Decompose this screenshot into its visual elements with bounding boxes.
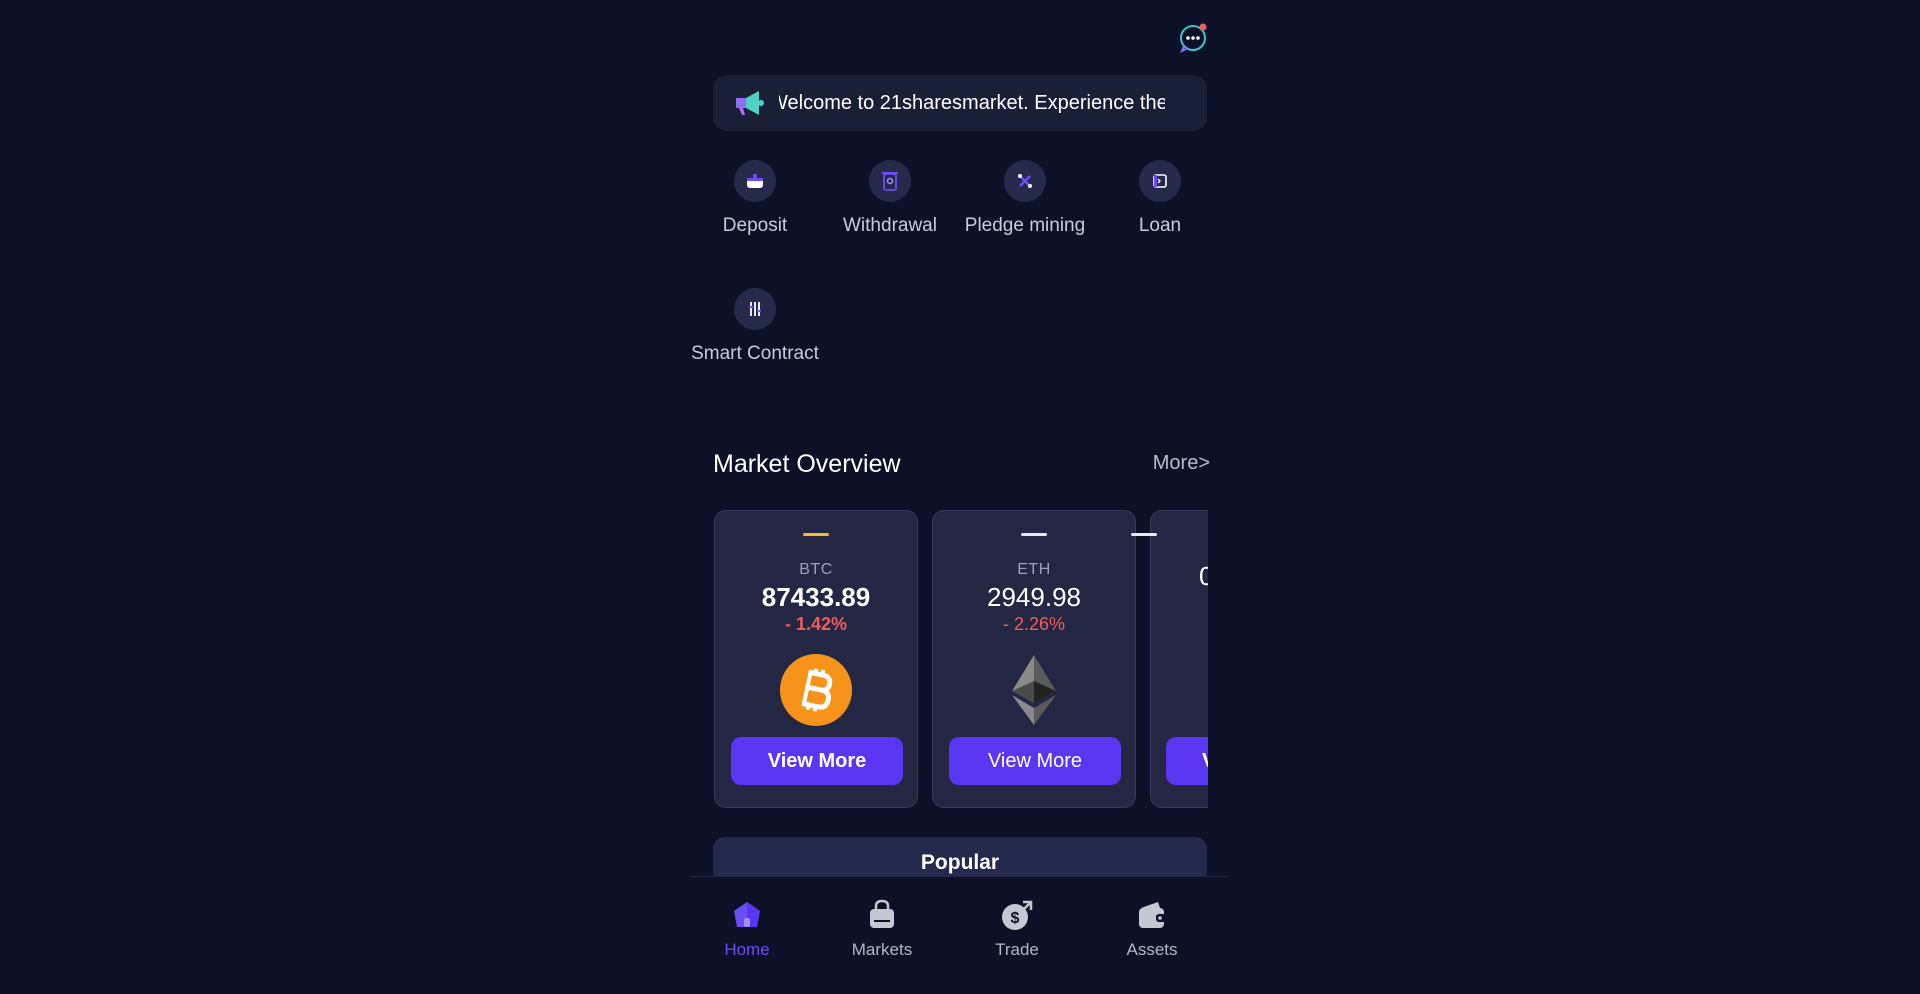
app-container: Welcome to 21sharesmarket. Experience th… — [690, 0, 1228, 994]
popular-tab[interactable]: Popular — [921, 851, 999, 875]
card3-view-more-button[interactable]: V — [1166, 737, 1208, 785]
pledge-mining-label: Pledge mining — [964, 215, 1086, 236]
btc-view-more-button[interactable]: View More — [731, 737, 903, 785]
deposit-icon — [734, 160, 776, 202]
announcement-text: Welcome to 21sharesmarket. Experience th… — [779, 92, 1165, 114]
tab-markets-label: Markets — [851, 940, 913, 959]
bottom-tab-bar: Home Markets $ Trade Assets — [690, 876, 1228, 994]
bitcoin-icon — [780, 654, 852, 726]
tab-trade[interactable]: $ Trade — [962, 899, 1072, 960]
smart-contract-button[interactable]: Smart Contract — [690, 288, 820, 366]
megaphone-icon — [736, 91, 764, 115]
assets-wallet-icon — [1139, 902, 1166, 928]
announcement-bar[interactable]: Welcome to 21sharesmarket. Experience th… — [713, 75, 1207, 131]
home-icon — [734, 902, 760, 927]
market-card-eth[interactable]: ETH 2949.98 - 2.26% View More — [932, 510, 1136, 808]
trade-coin-icon: $ — [1002, 900, 1033, 930]
tab-home-label: Home — [724, 940, 770, 959]
pledge-mining-icon — [1004, 160, 1046, 202]
card-dash — [1131, 533, 1157, 536]
market-card-btc[interactable]: BTC 87433.89 - 1.42% View More — [714, 510, 918, 808]
card-price: 0 — [1199, 561, 1208, 591]
card-change: - 2.26% — [1002, 614, 1066, 634]
loan-label: Loan — [1138, 215, 1182, 236]
announcement-text-clip: Welcome to 21sharesmarket. Experience th… — [779, 75, 1165, 131]
tab-markets[interactable]: Markets — [827, 899, 937, 960]
market-card-3[interactable]: 0 V — [1131, 510, 1208, 808]
withdrawal-icon — [869, 160, 911, 202]
deposit-button[interactable]: Deposit — [690, 160, 820, 238]
card-dash — [1021, 533, 1047, 536]
tab-assets[interactable]: Assets — [1097, 899, 1207, 960]
notification-dot — [1199, 23, 1207, 31]
tab-trade-label: Trade — [995, 940, 1039, 959]
withdrawal-label: Withdrawal — [843, 215, 937, 236]
card-change: - 1.42% — [784, 614, 848, 634]
smart-contract-icon — [734, 288, 776, 330]
card-symbol: BTC — [799, 561, 833, 578]
ethereum-icon — [1012, 655, 1056, 725]
smart-contract-label: Smart Contract — [691, 343, 819, 364]
tab-assets-label: Assets — [1126, 940, 1178, 959]
pledge-mining-button[interactable]: Pledge mining — [960, 160, 1090, 238]
card-dash — [803, 533, 829, 536]
card-symbol: ETH — [1017, 561, 1051, 578]
markets-bag-icon — [870, 899, 894, 928]
market-more-link[interactable]: More> — [1153, 452, 1210, 475]
market-overview-title: Market Overview — [713, 450, 901, 478]
svg-text:$: $ — [1011, 910, 1020, 927]
tab-home[interactable]: Home — [692, 899, 802, 960]
card-price: 2949.98 — [987, 582, 1081, 612]
market-cards-carousel[interactable]: BTC 87433.89 - 1.42% View More ETH 2949.… — [713, 510, 1208, 810]
chat-bubble-icon — [1180, 23, 1207, 54]
loan-icon — [1139, 160, 1181, 202]
chat-button[interactable] — [1178, 22, 1210, 54]
loan-button[interactable]: Loan — [1095, 160, 1225, 238]
withdrawal-button[interactable]: Withdrawal — [825, 160, 955, 238]
deposit-label: Deposit — [722, 215, 788, 236]
eth-view-more-button[interactable]: View More — [949, 737, 1121, 785]
card-price: 87433.89 — [761, 582, 871, 612]
